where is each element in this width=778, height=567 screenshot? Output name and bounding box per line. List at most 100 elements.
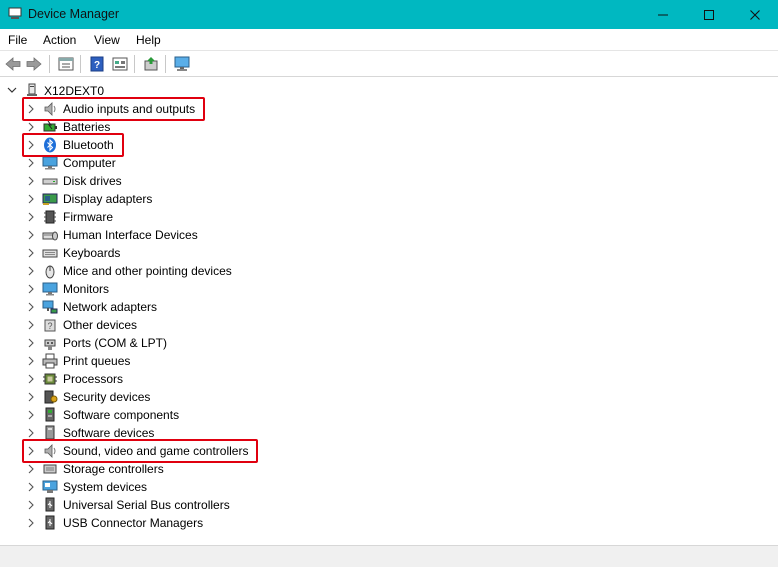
chevron-right-icon[interactable] [26, 283, 36, 295]
back-button[interactable] [3, 55, 23, 73]
chevron-right-icon[interactable] [26, 175, 36, 187]
usb-icon [45, 497, 55, 512]
tree-category-label: Firmware [63, 210, 113, 224]
chevron-right-icon[interactable] [26, 463, 36, 475]
storage-icon [43, 464, 57, 474]
view-icon [112, 57, 128, 71]
update-driver-button[interactable] [141, 55, 161, 73]
tree-category-label: Storage controllers [63, 462, 164, 476]
chevron-right-icon[interactable] [26, 481, 36, 493]
tree-category-label: Software components [63, 408, 180, 422]
tree-category-label: Other devices [63, 318, 138, 332]
highlight-box [22, 439, 259, 463]
chevron-right-icon[interactable] [26, 319, 36, 331]
close-button[interactable] [732, 0, 778, 29]
view-button[interactable] [110, 55, 130, 73]
chevron-right-icon[interactable] [26, 409, 36, 421]
display-adapter-icon [42, 193, 58, 205]
tree-category-row[interactable]: ? Other devices [0, 316, 400, 334]
computer-icon [42, 156, 58, 170]
tree-category-label: Computer [63, 156, 116, 170]
maximize-icon [704, 9, 714, 20]
chevron-right-icon[interactable] [26, 337, 36, 349]
chevron-right-icon[interactable] [26, 157, 36, 169]
tree-category-label: Universal Serial Bus controllers [63, 498, 230, 512]
tree-root-label: X12DEXT0 [44, 84, 105, 98]
svg-text:?: ? [47, 321, 52, 331]
tree-category-label: Print queues [63, 354, 131, 368]
tree-category-label: Batteries [63, 120, 111, 134]
menu-file[interactable]: File [8, 33, 27, 47]
tree-category-row[interactable]: USB Connector Managers [0, 514, 400, 532]
chevron-right-icon[interactable] [26, 229, 36, 241]
tree-category-row[interactable]: Software components [0, 406, 400, 424]
tree-category-row[interactable]: Mice and other pointing devices [0, 262, 400, 280]
tree-category-row[interactable]: Keyboards [0, 244, 400, 262]
monitor-icon [42, 282, 58, 296]
tree-category-row[interactable]: Network adapters [0, 298, 400, 316]
toolbar: ? [0, 52, 778, 77]
chevron-right-icon[interactable] [26, 193, 36, 205]
toolbar-separator [165, 55, 166, 73]
tree-category-label: Software devices [63, 426, 155, 440]
computer-icon [27, 83, 37, 96]
menu-action[interactable]: Action [43, 33, 76, 47]
tree-category-label: Processors [63, 372, 124, 386]
maximize-button[interactable] [686, 0, 732, 29]
chevron-right-icon[interactable] [26, 517, 36, 529]
chevron-right-icon[interactable] [26, 121, 36, 133]
tree-category-row[interactable]: Display adapters [0, 190, 400, 208]
usb-icon [45, 515, 55, 530]
minimize-button[interactable] [640, 0, 686, 29]
tree-category-label: Network adapters [63, 300, 158, 314]
tree-category-row[interactable]: Universal Serial Bus controllers [0, 496, 400, 514]
status-bar [0, 545, 778, 567]
menu-view[interactable]: View [94, 33, 120, 47]
scan-hardware-icon [174, 56, 190, 71]
tree-category-row[interactable]: Ports (COM & LPT) [0, 334, 400, 352]
disk-drive-icon [42, 178, 58, 185]
chevron-down-icon[interactable] [6, 84, 18, 96]
network-icon [42, 300, 58, 314]
security-icon [44, 390, 58, 404]
mouse-icon [45, 265, 55, 279]
forward-button[interactable] [24, 55, 44, 73]
properties-button[interactable] [56, 55, 76, 73]
port-icon [44, 339, 56, 350]
tree-category-row[interactable]: Security devices [0, 388, 400, 406]
properties-icon [58, 57, 74, 71]
chevron-right-icon[interactable] [26, 391, 36, 403]
title-bar: Device Manager [0, 0, 778, 29]
toolbar-separator [80, 55, 81, 73]
chevron-right-icon[interactable] [26, 355, 36, 367]
tree-category-row[interactable]: Monitors [0, 280, 400, 298]
tree-category-row[interactable]: Firmware [0, 208, 400, 226]
hid-icon [42, 231, 58, 241]
minimize-icon [658, 14, 668, 15]
highlight-box [22, 133, 124, 157]
chevron-right-icon[interactable] [26, 373, 36, 385]
help-button[interactable]: ? [87, 55, 107, 73]
tree-category-label: Mice and other pointing devices [63, 264, 232, 278]
toolbar-separator [134, 55, 135, 73]
system-icon [42, 480, 58, 493]
chevron-right-icon[interactable] [26, 427, 36, 439]
tree-category-row[interactable]: Processors [0, 370, 400, 388]
tree-category-row[interactable]: Disk drives [0, 172, 400, 190]
chevron-right-icon[interactable] [26, 499, 36, 511]
chevron-right-icon[interactable] [26, 211, 36, 223]
keyboard-icon [42, 249, 58, 258]
software-component-icon [45, 407, 55, 422]
tree-category-row[interactable]: Print queues [0, 352, 400, 370]
tree-category-label: Display adapters [63, 192, 153, 206]
chevron-right-icon[interactable] [26, 301, 36, 313]
chevron-right-icon[interactable] [26, 247, 36, 259]
scan-hardware-button[interactable] [172, 55, 192, 73]
chevron-right-icon[interactable] [26, 265, 36, 277]
menu-help[interactable]: Help [136, 33, 161, 47]
tree-category-label: Security devices [63, 390, 151, 404]
tree-category-row[interactable]: Human Interface Devices [0, 226, 400, 244]
close-icon [750, 9, 760, 20]
tree-category-row[interactable]: System devices [0, 478, 400, 496]
tree-category-label: Disk drives [63, 174, 122, 188]
